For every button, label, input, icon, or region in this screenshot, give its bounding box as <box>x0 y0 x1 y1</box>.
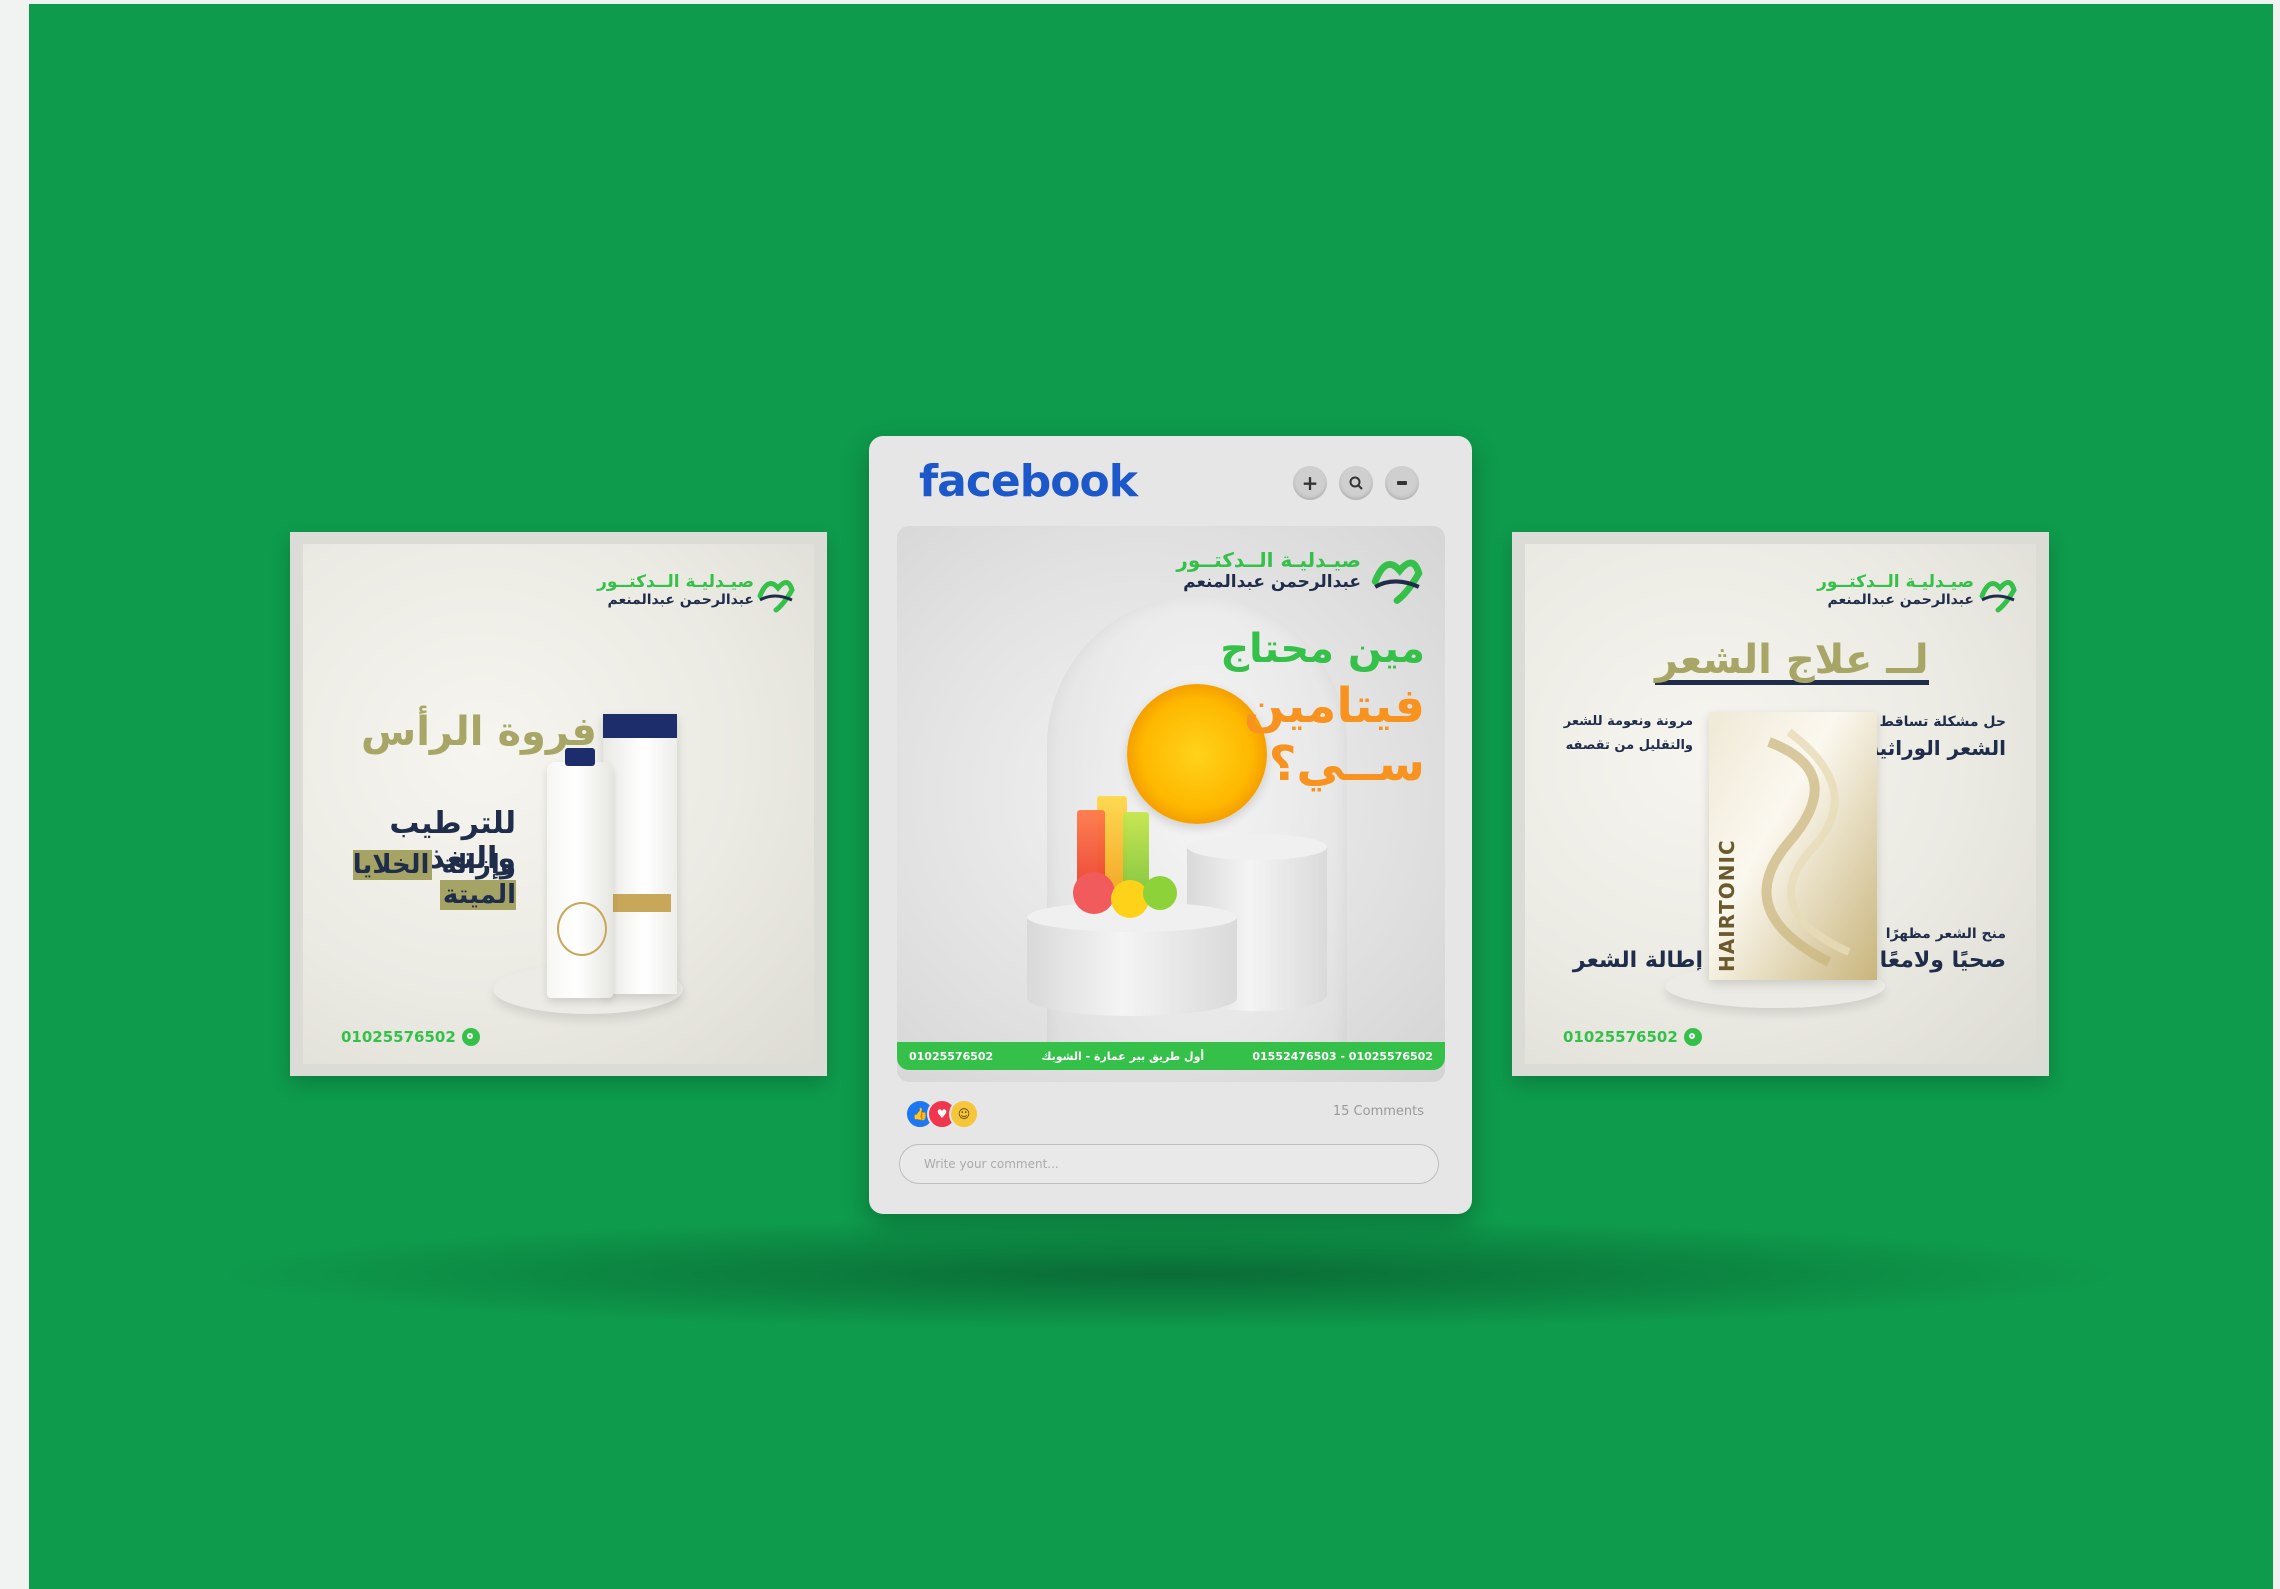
strip-address: أول طريق بير عمارة - الشوبك <box>1041 1049 1205 1063</box>
search-icon <box>1349 476 1363 490</box>
left-post: صيـدليـة الــدكتــور عبدالرحمن عبدالمنعم… <box>290 532 827 1076</box>
post-image[interactable]: صيـدليـة الــدكتــور عبدالرحمن عبدالمنعم… <box>897 526 1445 1082</box>
menu-icon <box>1397 481 1407 485</box>
haha-reaction-icon[interactable]: ☺ <box>949 1099 979 1129</box>
right-headline: لــ علاج الشعر <box>1655 637 1929 685</box>
add-icon: + <box>1301 471 1319 495</box>
facebook-post-card: facebook + صيـدليـة الــدكتــور عبدالرحم… <box>869 436 1472 1214</box>
brand-text: صيـدليـة الــدكتــور عبدالرحمن عبدالمنعم <box>1817 572 1974 608</box>
brand-line2: عبدالرحمن عبدالمنعم <box>607 592 754 608</box>
left-phone-number: 01025576502 <box>341 1028 456 1046</box>
right-right-bottom-1: منح الشعر مظهرًا <box>1885 926 2006 942</box>
add-button[interactable]: + <box>1293 466 1327 500</box>
grapefruit <box>1073 872 1115 914</box>
brand-text: صيـدليـة الــدكتــور عبدالرحمن عبدالمنعم <box>597 572 754 608</box>
facebook-logo: facebook <box>919 456 1138 507</box>
hair-swirl-icon <box>1761 728 1851 967</box>
product-box: HAIRTONIC <box>1709 712 1877 980</box>
product-box <box>603 714 677 994</box>
tall-cylinder-top <box>1187 834 1327 860</box>
right-phone-number: 01025576502 <box>1563 1028 1678 1046</box>
title-line3: ســي؟ <box>1268 736 1425 792</box>
product-bottle <box>547 748 613 998</box>
pharmacy-logo-icon <box>757 580 795 613</box>
title-line1: مين محتاج <box>1220 626 1425 672</box>
search-button[interactable] <box>1339 466 1373 500</box>
left-post-inner: صيـدليـة الــدكتــور عبدالرحمن عبدالمنعم… <box>303 544 814 1064</box>
left-line2-prefix: وإزالة <box>441 850 516 880</box>
menu-button[interactable] <box>1385 466 1419 500</box>
comments-count[interactable]: 15 Comments <box>1333 1104 1424 1119</box>
canvas-background: صيـدليـة الــدكتــور عبدالرحمن عبدالمنعم… <box>29 4 2273 1589</box>
brand-line2: عبدالرحمن عبدالمنعم <box>1183 572 1361 592</box>
lime <box>1143 876 1177 910</box>
pharmacy-logo-icon <box>1979 580 2017 613</box>
left-phone[interactable]: 01025576502 <box>341 1028 480 1046</box>
title-line2: فيتامين <box>1243 678 1425 734</box>
brand-line1: صيـدليـة الــدكتــور <box>1817 572 1974 592</box>
right-post: صيـدليـة الــدكتــور عبدالرحمن عبدالمنعم… <box>1512 532 2049 1076</box>
right-post-inner: صيـدليـة الــدكتــور عبدالرحمن عبدالمنعم… <box>1525 544 2036 1064</box>
brand-line1: صيـدليـة الــدكتــور <box>597 572 754 592</box>
right-phone[interactable]: 01025576502 <box>1563 1028 1702 1046</box>
brand-line1: صيـدليـة الــدكتــور <box>1176 548 1361 572</box>
brand-line2: عبدالرحمن عبدالمنعم <box>1827 592 1974 608</box>
right-right-bottom-2: صحيًا ولامعًا <box>1879 948 2006 973</box>
floor-shadow <box>229 1219 2109 1329</box>
pharmacy-logo-icon <box>1371 559 1423 604</box>
right-left-bottom: إطالة الشعر <box>1572 948 1703 973</box>
comment-input[interactable] <box>899 1144 1439 1184</box>
whatsapp-icon <box>461 1028 480 1046</box>
right-left-top-2: والتقليل من تقصفه <box>1565 738 1693 753</box>
right-right-top-1: حل مشكلة تساقط <box>1879 714 2006 730</box>
strip-phone: 01025576502 <box>909 1049 994 1063</box>
contact-strip: 01025576502 أول طريق بير عمارة - الشوبك … <box>897 1042 1445 1070</box>
whatsapp-icon <box>1683 1028 1702 1046</box>
brand-text: صيـدليـة الــدكتــور عبدالرحمن عبدالمنعم <box>1176 548 1361 592</box>
right-left-top-1: مرونة ونعومة للشعر <box>1563 714 1693 729</box>
strip-phones: 01552476503 - 01025576502 <box>1252 1049 1433 1063</box>
left-line2: وإزالة الخلايا الميتة <box>303 850 516 910</box>
right-right-top-2: الشعر الوراثية <box>1867 736 2007 760</box>
